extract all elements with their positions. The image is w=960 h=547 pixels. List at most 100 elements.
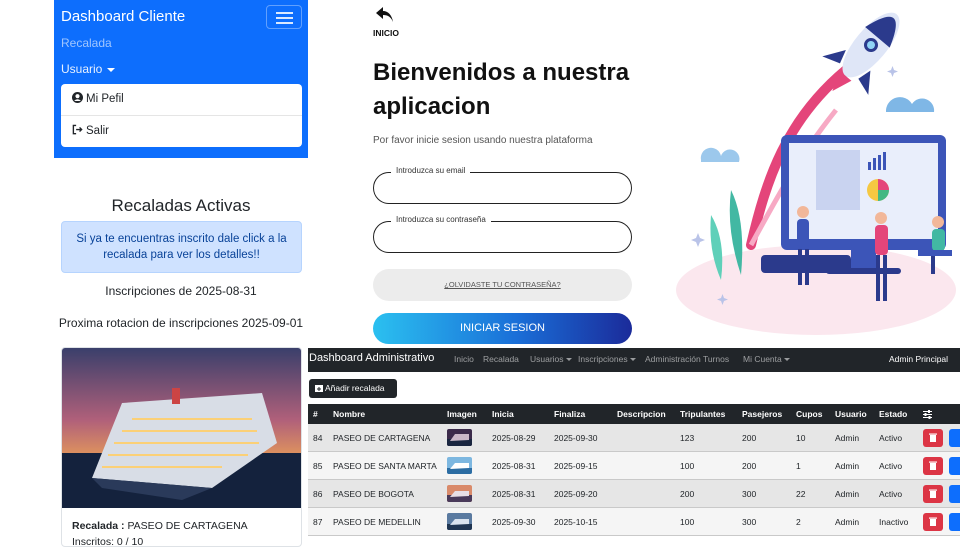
card-inscritos: Inscritos: 0 / 10 [72, 536, 144, 547]
email-input[interactable] [386, 179, 618, 197]
admin-nav-recalada[interactable]: Recalada [483, 354, 519, 364]
cell-id: 86 [313, 489, 323, 499]
cell-id: 84 [313, 433, 323, 443]
login-button[interactable]: INICIAR SESION [373, 313, 632, 344]
cell-usuario: Admin [835, 517, 860, 527]
cell-pasajeros: 200 [742, 433, 757, 443]
cell-id: 87 [313, 517, 323, 527]
password-input[interactable] [386, 228, 618, 246]
recalada-thumbnail [447, 485, 472, 502]
edit-button[interactable] [949, 485, 960, 503]
admin-nav-inscripciones[interactable]: Inscripciones [578, 354, 636, 364]
menu-item-salir-label: Salir [86, 125, 110, 137]
cell-id: 85 [313, 461, 323, 471]
password-field-label: Introduzca su contraseña [391, 215, 491, 224]
caret-down-icon [783, 358, 790, 362]
cell-inicia: 2025-09-30 [492, 517, 536, 527]
admin-nav-mi-cuenta-label: Mi Cuenta [743, 354, 782, 364]
edit-button[interactable] [949, 429, 960, 447]
admin-nav-turnos[interactable]: Administración Turnos [645, 354, 729, 364]
email-field-label: Introduzca su email [391, 166, 471, 175]
back-arrow-icon[interactable] [375, 6, 395, 24]
cell-pasajeros: 300 [742, 517, 757, 527]
delete-button[interactable] [923, 457, 943, 475]
nav-dropdown-usuario[interactable]: Usuario [61, 62, 116, 76]
cell-tripulantes: 100 [680, 461, 695, 471]
email-field[interactable]: Introduzca su email [373, 166, 632, 204]
admin-nav-inicio[interactable]: Inicio [454, 354, 474, 364]
trash-icon [929, 517, 937, 526]
admin-navbar: Dashboard Administrativo Inicio Recalada… [308, 348, 960, 372]
caret-down-icon [629, 358, 636, 362]
cell-nombre: PASEO DE BOGOTA [333, 489, 414, 499]
menu-item-salir[interactable]: Salir [61, 116, 302, 147]
recalada-thumbnail [447, 513, 472, 530]
client-brand[interactable]: Dashboard Cliente [61, 8, 185, 25]
card-recalada-value: PASEO DE CARTAGENA [127, 520, 248, 532]
table-row[interactable]: 84 PASEO DE CARTAGENA 2025-08-29 2025-09… [308, 424, 960, 452]
col-descripcion: Descripcion [617, 409, 666, 419]
sliders-icon [923, 410, 932, 419]
col-tripulantes: Tripulantes [680, 409, 726, 419]
admin-nav-mi-cuenta[interactable]: Mi Cuenta [743, 354, 790, 364]
cell-finaliza: 2025-09-30 [554, 433, 598, 443]
cell-cupos: 2 [796, 517, 801, 527]
inscripciones-date: Inscripciones de 2025-08-31 [105, 284, 257, 298]
col-finaliza: Finaliza [554, 409, 586, 419]
trash-icon [929, 433, 937, 442]
navbar-toggler-button[interactable] [266, 5, 302, 29]
cell-nombre: PASEO DE MEDELLIN [333, 517, 421, 527]
delete-button[interactable] [923, 429, 943, 447]
menu-item-mi-perfil-label: Mi Pefil [86, 93, 124, 105]
delete-button[interactable] [923, 513, 943, 531]
menu-item-mi-perfil[interactable]: Mi Pefil [61, 84, 302, 115]
forgot-password-link[interactable]: ¿OLVIDASTE TU CONTRASEÑA? [373, 269, 632, 301]
cell-estado: Activo [879, 461, 903, 471]
inicio-link[interactable]: INICIO [373, 28, 399, 38]
sign-out-icon [72, 124, 83, 135]
recalada-thumbnail [447, 429, 472, 446]
add-recalada-button[interactable]: Añadir recalada [309, 379, 397, 398]
cell-pasajeros: 200 [742, 461, 757, 471]
cell-tripulantes: 200 [680, 489, 695, 499]
cell-estado: Activo [879, 433, 903, 443]
table-row[interactable]: 87 PASEO DE MEDELLIN 2025-09-30 2025-10-… [308, 508, 960, 536]
admin-user-name[interactable]: Admin Principal [889, 354, 948, 364]
edit-button[interactable] [949, 513, 960, 531]
trash-icon [929, 461, 937, 470]
rocket-illustration [676, 12, 956, 335]
cell-nombre: PASEO DE CARTAGENA [333, 433, 431, 443]
cell-inicia: 2025-08-29 [492, 433, 536, 443]
password-field[interactable]: Introduzca su contraseña [373, 215, 632, 253]
cell-nombre: PASEO DE SANTA MARTA [333, 461, 437, 471]
cruise-ship-image [62, 348, 301, 508]
login-subtitle: Por favor inicie sesion usando nuestra p… [373, 135, 593, 146]
admin-brand[interactable]: Dashboard Administrativo [309, 352, 434, 364]
add-recalada-label: Añadir recalada [325, 383, 385, 393]
welcome-heading: Bienvenidos a nuestra aplicacion [373, 59, 630, 120]
cell-cupos: 1 [796, 461, 801, 471]
col-nombre: Nombre [333, 409, 366, 419]
admin-nav-usuarios-label: Usuarios [530, 354, 564, 364]
calendar-plus-icon [315, 385, 323, 392]
cell-usuario: Admin [835, 433, 860, 443]
login-panel: INICIO Bienvenidos a nuestra aplicacion … [308, 0, 656, 346]
cell-finaliza: 2025-09-15 [554, 461, 598, 471]
cell-cupos: 10 [796, 433, 806, 443]
recalada-card[interactable]: Recalada : PASEO DE CARTAGENA Inscritos:… [61, 347, 302, 547]
caret-down-icon [565, 358, 572, 362]
edit-button[interactable] [949, 457, 960, 475]
caret-down-icon [107, 67, 116, 72]
admin-nav-usuarios[interactable]: Usuarios [530, 354, 572, 364]
table-row[interactable]: 85 PASEO DE SANTA MARTA 2025-08-31 2025-… [308, 452, 960, 480]
col-imagen: Imagen [447, 409, 477, 419]
cell-estado: Activo [879, 489, 903, 499]
delete-button[interactable] [923, 485, 943, 503]
admin-dashboard-panel: Dashboard Administrativo Inicio Recalada… [308, 348, 960, 540]
col-cupos: Cupos [796, 409, 823, 419]
nav-link-recalada[interactable]: Recalada [61, 36, 112, 50]
col-inicia: Inicia [492, 409, 514, 419]
table-row[interactable]: 86 PASEO DE BOGOTA 2025-08-31 2025-09-20… [308, 480, 960, 508]
info-alert: Si ya te encuentras inscrito dale click … [61, 221, 302, 273]
client-navbar: Dashboard Cliente Recalada Usuario Mi Pe… [54, 0, 308, 158]
